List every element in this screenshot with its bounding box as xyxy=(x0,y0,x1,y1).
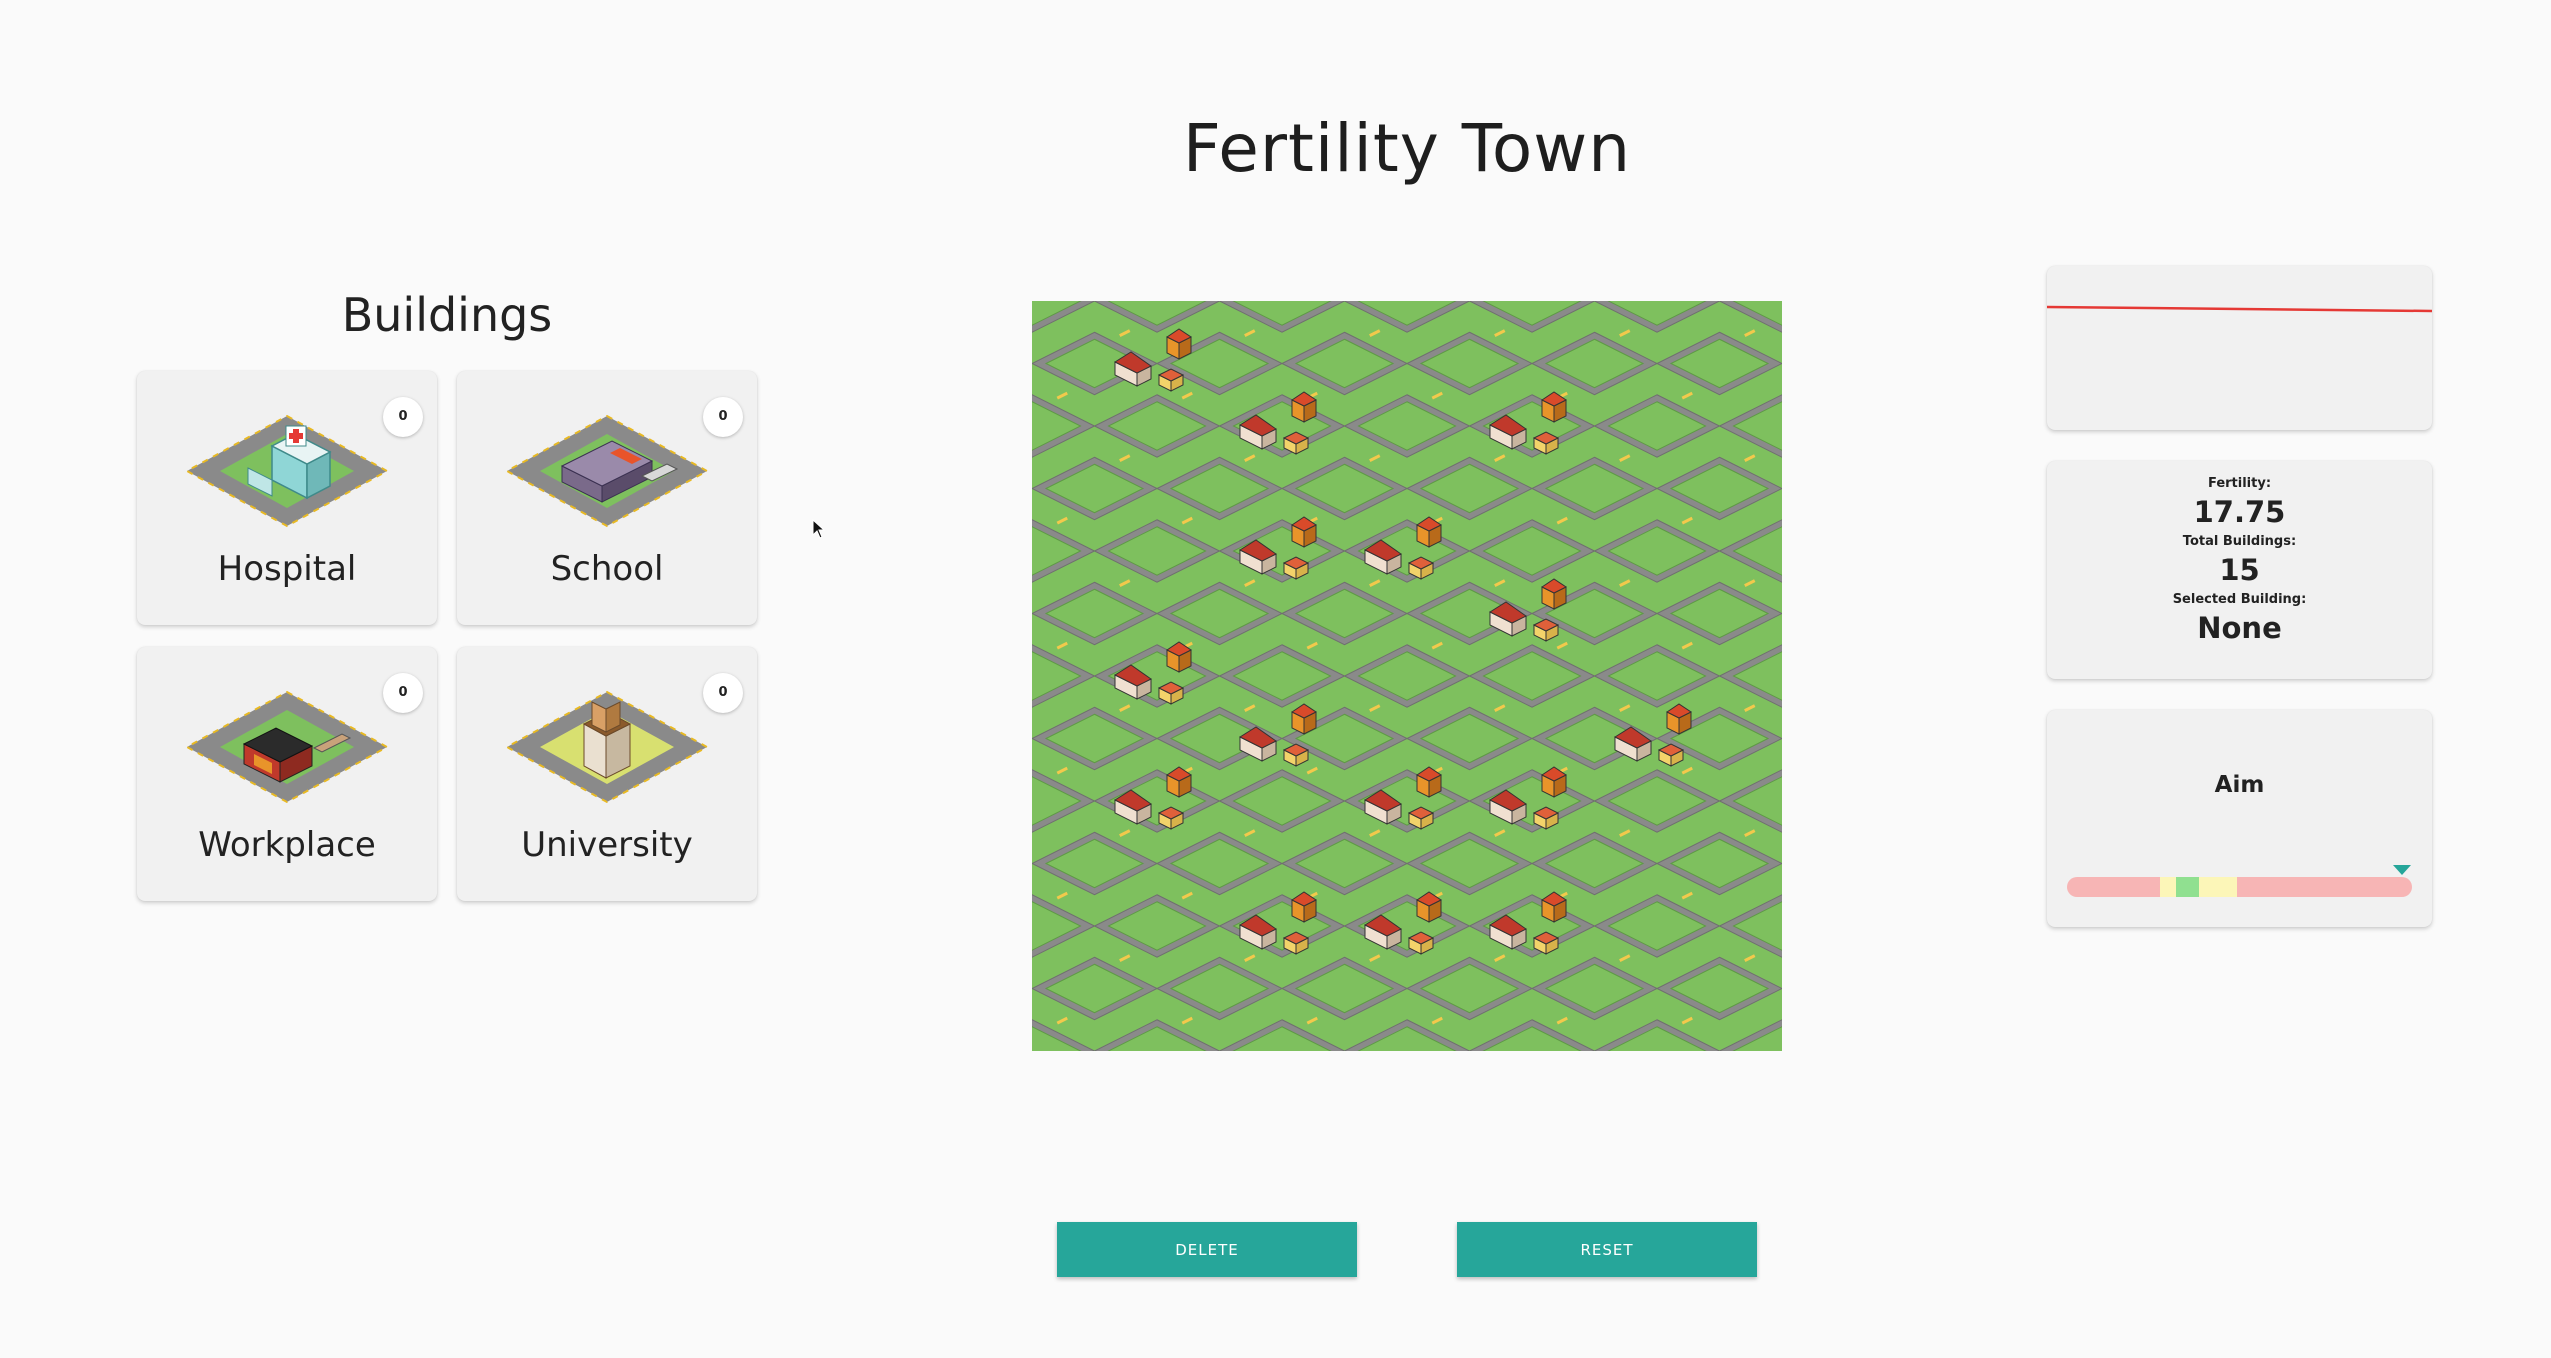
building-card-hospital[interactable]: 0 Hospital xyxy=(137,371,437,625)
reset-button[interactable]: RESET xyxy=(1457,1222,1757,1277)
school-icon xyxy=(504,414,710,528)
building-card-school[interactable]: 0 School xyxy=(457,371,757,625)
trend-panel xyxy=(2046,266,2433,430)
mouse-cursor-icon xyxy=(812,519,826,539)
workplace-icon xyxy=(184,690,390,804)
selected-building-value: None xyxy=(2197,611,2282,645)
total-buildings-value: 15 xyxy=(2219,553,2260,587)
page-title: Fertility Town xyxy=(1182,110,1632,187)
buildings-heading: Buildings xyxy=(341,288,553,342)
university-label: University xyxy=(521,825,693,865)
building-card-university[interactable]: 0 University xyxy=(457,647,757,901)
workplace-label: Workplace xyxy=(198,825,376,865)
aim-panel: Aim xyxy=(2047,710,2432,927)
town-map[interactable] xyxy=(1032,301,1782,1051)
hospital-label: Hospital xyxy=(217,549,357,589)
hospital-icon xyxy=(184,414,390,528)
trend-chart xyxy=(2046,305,2433,313)
fertility-value: 17.75 xyxy=(2193,495,2286,529)
aim-label: Aim xyxy=(2214,772,2265,798)
delete-button[interactable]: DELETE xyxy=(1057,1222,1357,1277)
aim-gauge xyxy=(2067,865,2412,897)
university-icon xyxy=(504,690,710,804)
stats-panel: Fertility: 17.75 Total Buildings: 15 Sel… xyxy=(2047,461,2432,679)
fertility-label: Fertility: xyxy=(2207,476,2272,491)
school-label: School xyxy=(550,549,664,589)
aim-marker-icon xyxy=(2392,865,2411,875)
town-map-canvas[interactable] xyxy=(1032,301,1782,1051)
building-card-workplace[interactable]: 0 Workplace xyxy=(137,647,437,901)
selected-building-label: Selected Building: xyxy=(2172,592,2307,607)
total-buildings-label: Total Buildings: xyxy=(2182,534,2297,549)
trend-line xyxy=(2046,305,2433,313)
